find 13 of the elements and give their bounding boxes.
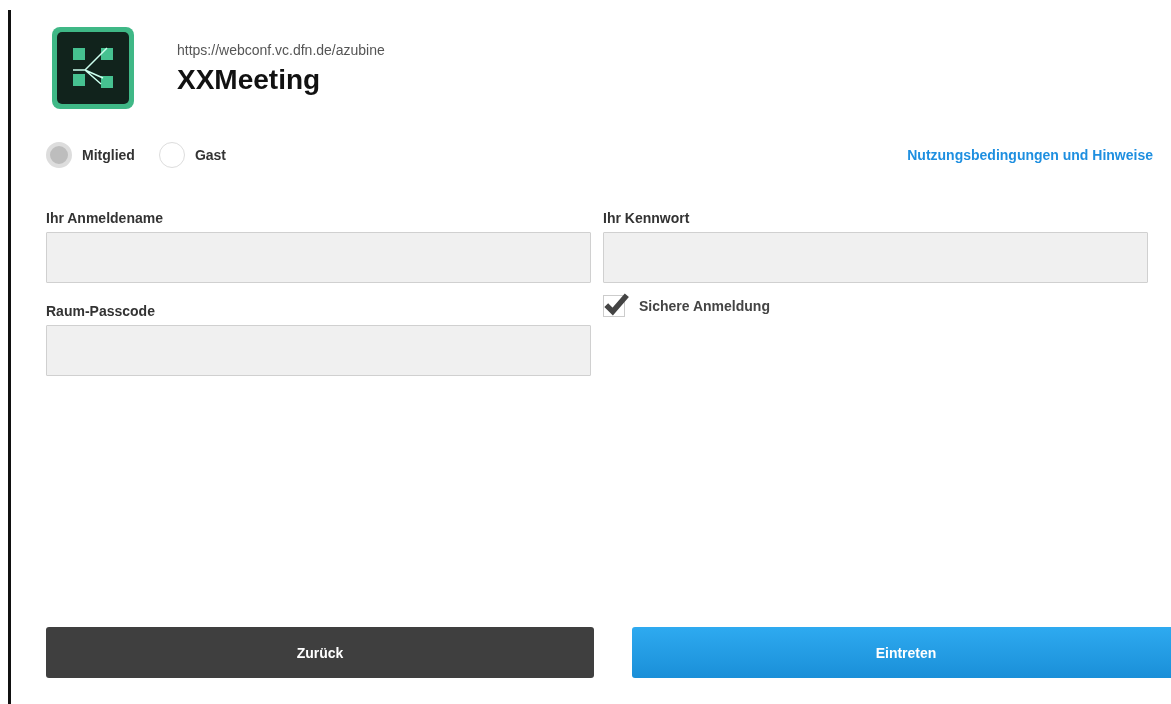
radio-option[interactable]: Gast [158, 142, 226, 168]
url-text: https://webconf.vc.dfn.de/azubine [177, 42, 385, 58]
password-field[interactable] [603, 232, 1148, 283]
passcode-field[interactable] [46, 325, 591, 376]
back-button[interactable]: Zurück [46, 627, 594, 678]
checkbox-label[interactable]: Sichere Anmeldung [639, 298, 770, 314]
field-label: Ihr Kennwort [603, 210, 691, 226]
field-label: Raum-Passcode [46, 303, 156, 319]
meeting-title: XXMeeting [177, 64, 322, 96]
username-field[interactable] [46, 232, 591, 283]
app-logo-icon [51, 26, 135, 110]
field-label: Ihr Anmeldename [46, 210, 164, 226]
radio-option[interactable]: Mitglied [46, 142, 135, 168]
